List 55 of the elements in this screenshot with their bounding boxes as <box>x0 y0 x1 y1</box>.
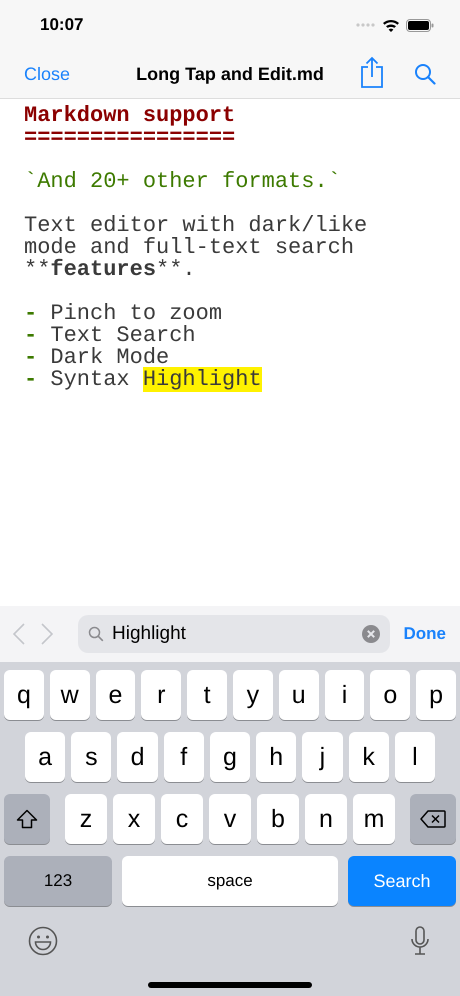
key[interactable]: p <box>416 670 456 720</box>
status-time: 10:07 <box>40 15 84 35</box>
editor-line: Markdown support <box>24 105 236 127</box>
space-key[interactable]: space <box>122 856 338 906</box>
key[interactable]: c <box>161 794 203 844</box>
editor-line: `And 20+ other formats.` <box>24 171 341 193</box>
key[interactable]: i <box>324 670 364 720</box>
key[interactable]: j <box>302 732 343 782</box>
key[interactable]: f <box>164 732 204 782</box>
key[interactable]: d <box>117 732 158 782</box>
editor-line: **features**. <box>24 259 196 281</box>
numbers-key[interactable]: 123 <box>4 856 112 906</box>
key[interactable]: x <box>113 794 155 844</box>
key[interactable]: z <box>65 794 107 844</box>
key[interactable]: m <box>353 794 395 844</box>
share-icon[interactable] <box>360 56 384 88</box>
key[interactable]: w <box>50 670 90 720</box>
key[interactable]: e <box>96 670 136 720</box>
key[interactable]: l <box>394 732 435 782</box>
key[interactable]: g <box>210 732 250 782</box>
key[interactable]: a <box>25 732 66 782</box>
key[interactable]: v <box>209 794 251 844</box>
key[interactable]: y <box>232 670 273 720</box>
document-title: Long Tap and Edit.md <box>136 64 324 84</box>
emoji-icon[interactable] <box>28 926 58 956</box>
signal-icon <box>356 23 376 27</box>
backspace-icon <box>420 810 446 828</box>
delete-key[interactable] <box>410 794 456 844</box>
shift-icon <box>16 809 38 829</box>
key[interactable]: b <box>257 794 299 844</box>
editor-line: mode and full-text search <box>24 237 354 259</box>
editor-line: - Dark Mode <box>24 347 170 369</box>
editor-line: Text editor with dark/like <box>24 215 368 237</box>
microphone-icon[interactable] <box>410 926 430 956</box>
search-icon[interactable] <box>414 63 436 85</box>
key[interactable]: t <box>187 670 227 720</box>
key[interactable]: r <box>141 670 182 720</box>
battery-icon <box>406 18 434 32</box>
key[interactable]: k <box>348 732 389 782</box>
key[interactable]: n <box>305 794 347 844</box>
key[interactable]: h <box>256 732 296 782</box>
key[interactable]: s <box>71 732 112 782</box>
search-icon <box>88 626 104 642</box>
search-query: Highlight <box>112 623 187 645</box>
editor-line: - Text Search <box>24 325 196 347</box>
editor-line: ================ <box>24 127 236 149</box>
key[interactable]: o <box>370 670 410 720</box>
editor-line: - Pinch to zoom <box>24 303 222 325</box>
search-field[interactable]: Highlight <box>78 615 390 653</box>
search-key[interactable]: Search <box>348 856 456 906</box>
clear-icon[interactable] <box>362 625 380 643</box>
shift-key[interactable] <box>4 794 50 844</box>
key[interactable]: u <box>278 670 319 720</box>
wifi-icon <box>382 18 400 32</box>
key[interactable]: q <box>4 670 44 720</box>
